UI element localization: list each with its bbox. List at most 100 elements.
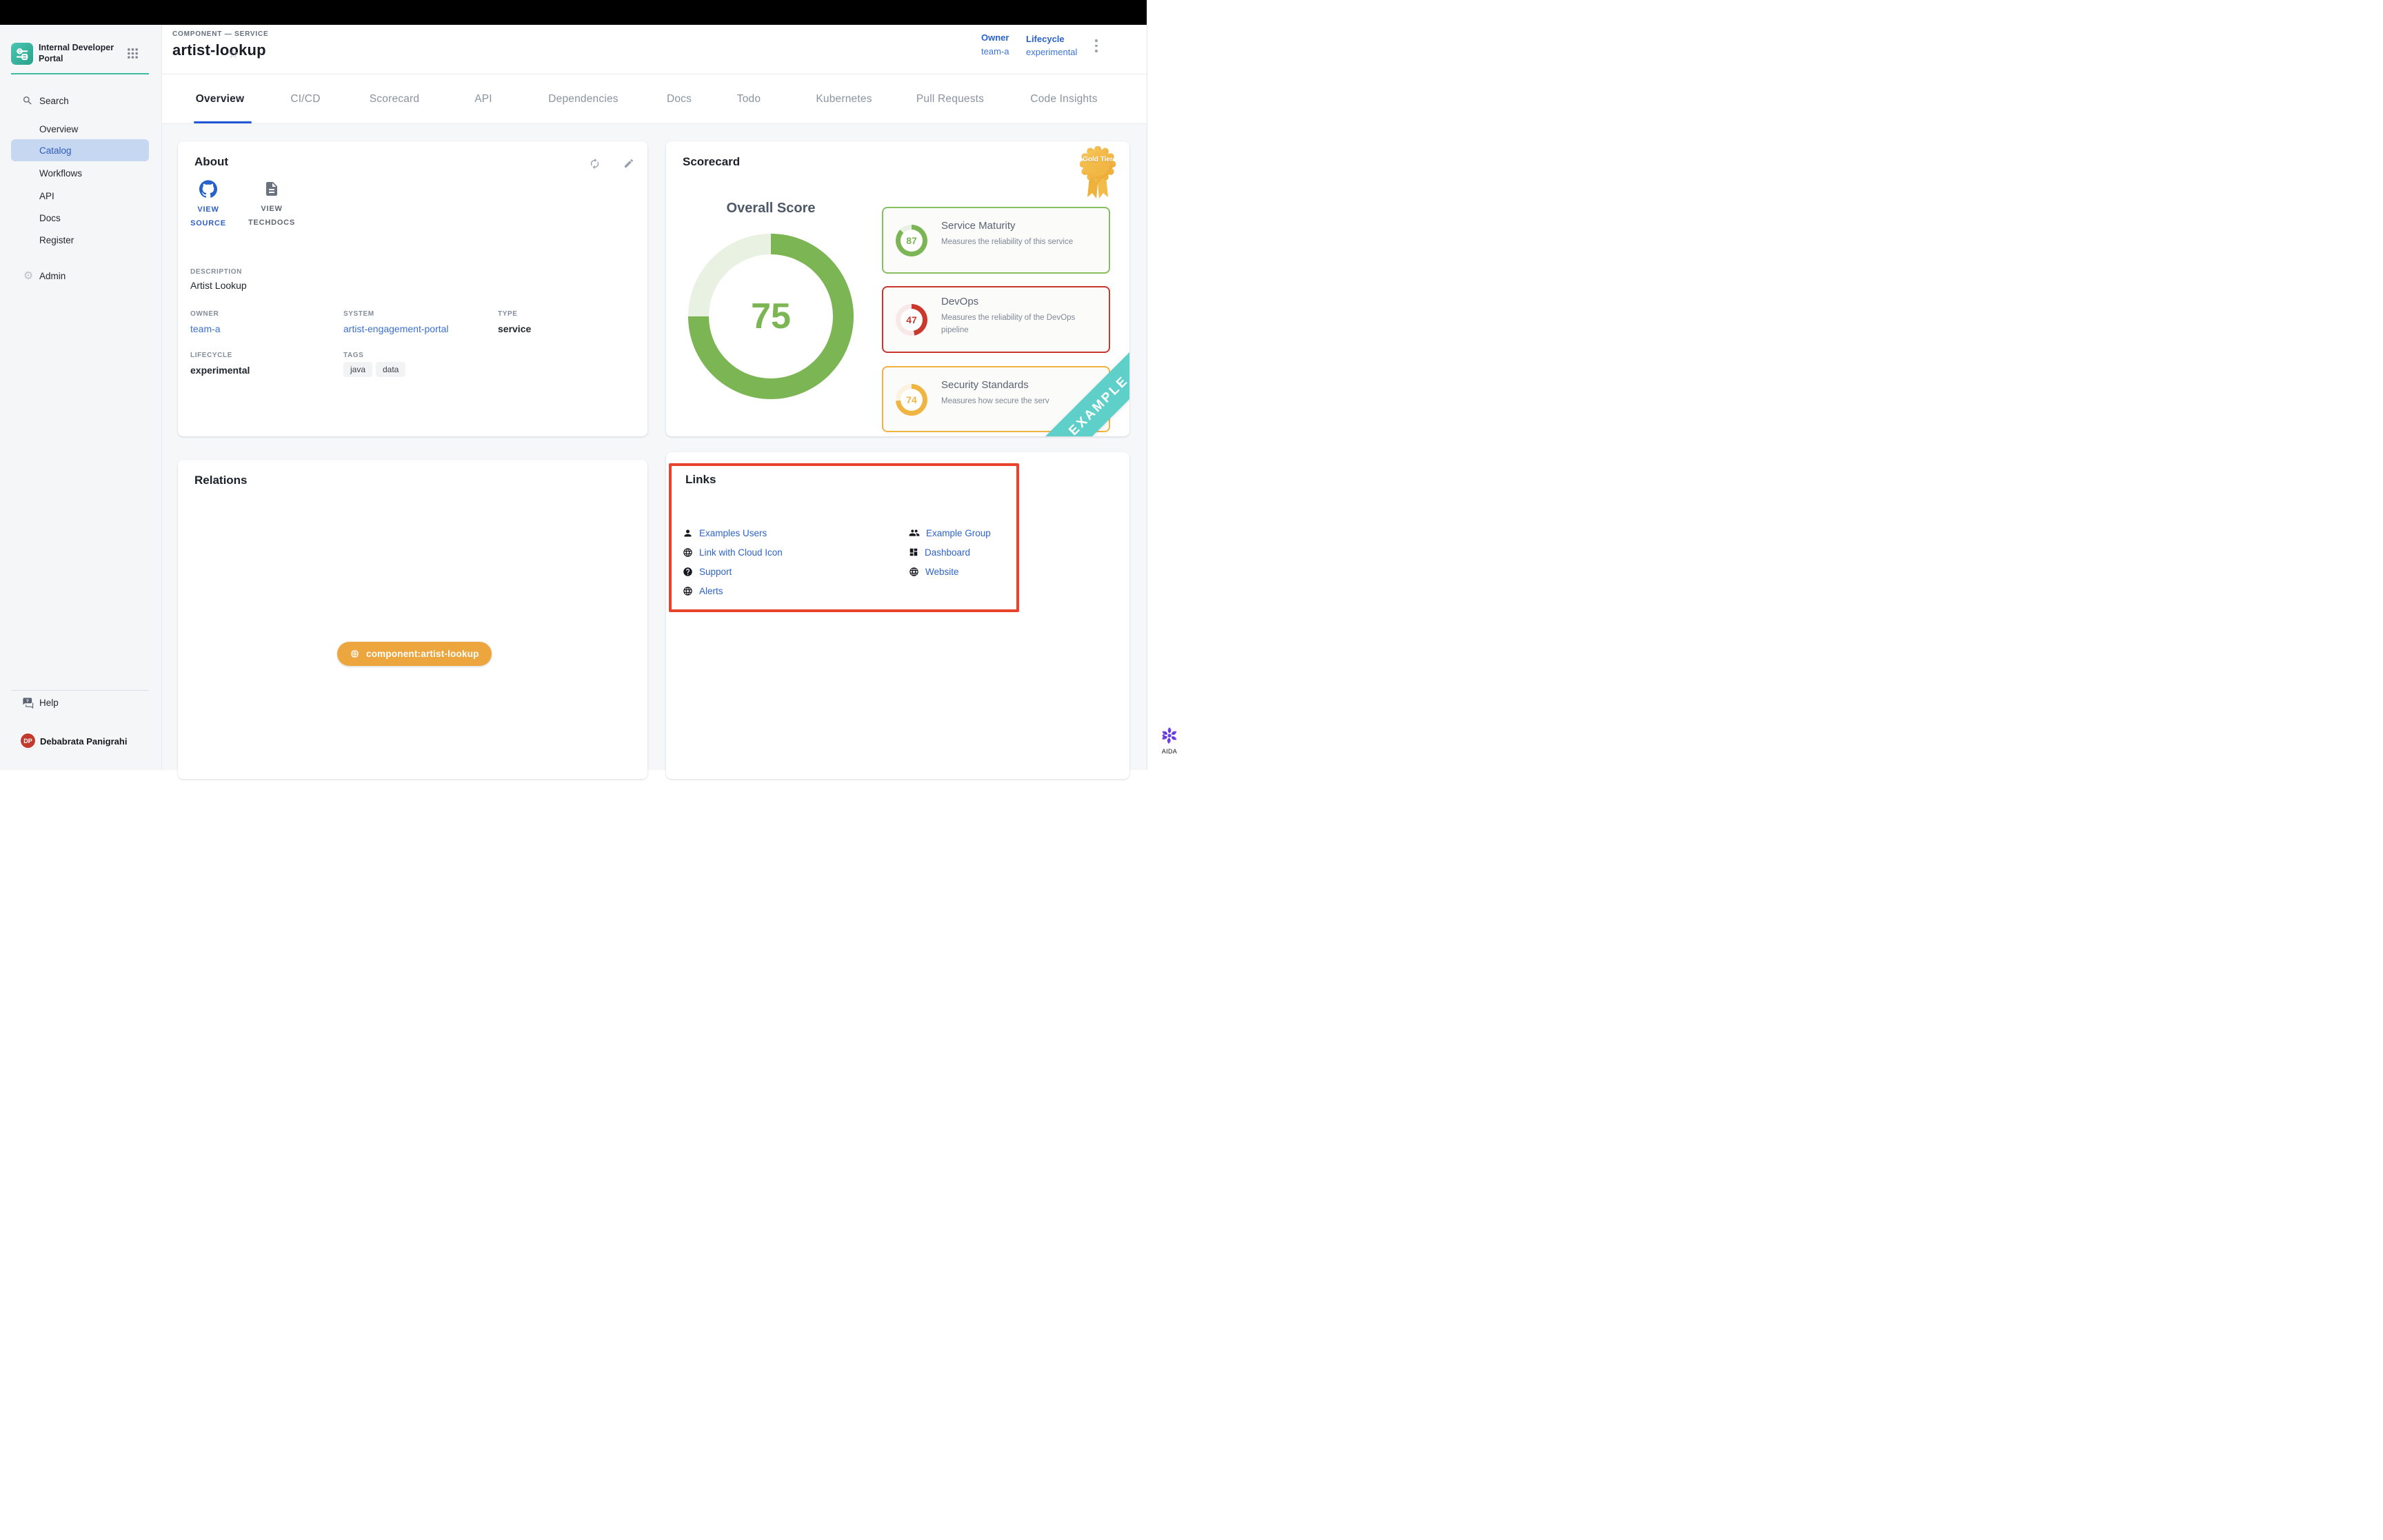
tab-dependencies[interactable]: Dependencies [548, 74, 619, 123]
sidebar-item-label: Workflows [39, 168, 82, 179]
chip-icon [350, 649, 360, 659]
sliders-glyph [14, 46, 30, 61]
gear-icon: ⚙ [22, 269, 34, 283]
links-highlight-rectangle [669, 463, 1019, 612]
active-tab-underline [194, 121, 252, 123]
aida-flower-icon [1160, 726, 1179, 745]
metric-description: Measures how secure the serv [941, 396, 1092, 408]
metric-devops[interactable]: 47 DevOps Measures the reliability of th… [882, 286, 1110, 353]
view-source-line1: VIEW [178, 203, 239, 217]
owner-field-label: OWNER [190, 310, 219, 318]
sidebar-item-label: API [39, 191, 54, 201]
sidebar-item-register[interactable]: Register [0, 232, 162, 248]
gold-tier-label: Gold Tier [1080, 156, 1116, 165]
favorite-star-icon[interactable]: ☆ [228, 47, 239, 61]
sidebar-item-api[interactable]: API [0, 188, 162, 204]
lifecycle-value: experimental [1026, 47, 1077, 57]
page-title: artist-lookup [172, 41, 266, 59]
view-source-button[interactable]: VIEW SOURCE [178, 180, 239, 231]
scorecard-title: Scorecard [683, 155, 740, 169]
techdocs-icon [263, 181, 280, 197]
view-techdocs-line1: VIEW [241, 203, 302, 216]
view-source-line2: SOURCE [178, 217, 239, 231]
sidebar-item-search[interactable]: Search [0, 92, 162, 109]
refresh-icon[interactable] [589, 158, 601, 170]
security-standards-score: 74 [896, 384, 927, 416]
description-value: Artist Lookup [190, 280, 247, 291]
sidebar: Internal Developer Portal Search Overvie… [0, 25, 162, 770]
admin-label: Admin [39, 271, 66, 281]
lifecycle-label: Lifecycle [1026, 34, 1077, 44]
tab-code-insights[interactable]: Code Insights [1030, 74, 1097, 123]
svg-text:?: ? [26, 699, 29, 704]
portal-logo-icon[interactable] [11, 43, 33, 65]
header-lifecycle-chip[interactable]: Lifecycle experimental [1026, 34, 1077, 57]
system-field-value[interactable]: artist-engagement-portal [343, 323, 449, 334]
description-label: DESCRIPTION [190, 268, 242, 276]
tab-overview[interactable]: Overview [196, 74, 245, 123]
metric-service-maturity[interactable]: 87 Service Maturity Measures the reliabi… [882, 207, 1110, 274]
devops-score: 47 [896, 304, 927, 336]
scorecard-card: Scorecard Overall Score 75 87 Service Ma… [666, 141, 1129, 436]
owner-field-value[interactable]: team-a [190, 323, 221, 334]
sidebar-item-label: Catalog [39, 145, 72, 156]
aida-label: AIDA [1147, 748, 1192, 755]
sidebar-item-help[interactable]: ? Help [0, 694, 162, 711]
search-icon [22, 95, 34, 106]
user-name[interactable]: Debabrata Panigrahi [40, 736, 127, 747]
tab-scorecard[interactable]: Scorecard [370, 74, 419, 123]
tag-data[interactable]: data [376, 362, 405, 377]
overall-score-value: 75 [688, 234, 854, 399]
metric-name: DevOps [941, 296, 978, 307]
sidebar-item-docs[interactable]: Docs [0, 210, 162, 226]
github-icon [199, 180, 217, 198]
sidebar-divider [11, 690, 149, 691]
entity-kind-overline: COMPONENT — SERVICE [172, 30, 268, 38]
metric-name: Service Maturity [941, 220, 1016, 232]
about-card: About VIEW SOURCE VIEW TECHDOCS DESCRIPT… [178, 141, 647, 436]
relation-node-label: component:artist-lookup [366, 649, 479, 659]
metric-description: Measures the reliability of the DevOps p… [941, 312, 1092, 337]
tab-api[interactable]: API [474, 74, 492, 123]
search-label: Search [39, 96, 69, 106]
metric-description: Measures the reliability of this service [941, 236, 1092, 249]
kebab-menu-icon[interactable] [1092, 39, 1100, 57]
tag-java[interactable]: java [343, 362, 372, 377]
assistant-rail: AIDA [1147, 0, 1192, 770]
help-label: Help [39, 698, 59, 708]
sidebar-item-label: Docs [39, 213, 61, 223]
edit-pencil-icon[interactable] [623, 158, 634, 169]
tags-field-label: TAGS [343, 352, 363, 359]
about-title: About [194, 155, 228, 169]
sidebar-item-label: Register [39, 235, 74, 245]
sidebar-item-overview[interactable]: Overview [0, 121, 162, 137]
view-techdocs-line2: TECHDOCS [241, 216, 302, 230]
owner-value: team-a [981, 46, 1009, 57]
system-field-label: SYSTEM [343, 310, 374, 318]
tab-docs[interactable]: Docs [667, 74, 692, 123]
relations-title: Relations [194, 474, 248, 487]
header-owner-chip[interactable]: Owner team-a [981, 32, 1009, 57]
lifecycle-field-value: experimental [190, 365, 250, 376]
tab-pull-requests[interactable]: Pull Requests [916, 74, 984, 123]
tab-cicd[interactable]: CI/CD [290, 74, 320, 123]
type-field-value: service [498, 323, 531, 334]
metric-name: Security Standards [941, 379, 1029, 391]
view-techdocs-button[interactable]: VIEW TECHDOCS [241, 180, 302, 230]
lifecycle-field-label: LIFECYCLE [190, 352, 232, 359]
relation-node-component[interactable]: component:artist-lookup [337, 642, 492, 666]
help-chat-icon: ? [22, 697, 34, 709]
sidebar-item-catalog-selected[interactable]: Catalog [11, 139, 149, 161]
links-card: Links Examples Users Link with Cloud Ico… [666, 452, 1129, 779]
relations-card: Relations component:artist-lookup [178, 460, 647, 779]
sidebar-item-admin[interactable]: ⚙ Admin [0, 267, 162, 284]
aida-assistant-button[interactable]: AIDA [1147, 726, 1192, 755]
tab-todo[interactable]: Todo [737, 74, 761, 123]
sidebar-item-workflows[interactable]: Workflows [0, 165, 162, 181]
sidebar-item-label: Overview [39, 124, 78, 134]
portal-title: Internal Developer Portal [39, 43, 119, 64]
tab-kubernetes[interactable]: Kubernetes [816, 74, 872, 123]
type-field-label: TYPE [498, 310, 518, 318]
apps-grid-icon[interactable] [127, 48, 139, 59]
user-avatar[interactable]: DP [21, 733, 35, 748]
